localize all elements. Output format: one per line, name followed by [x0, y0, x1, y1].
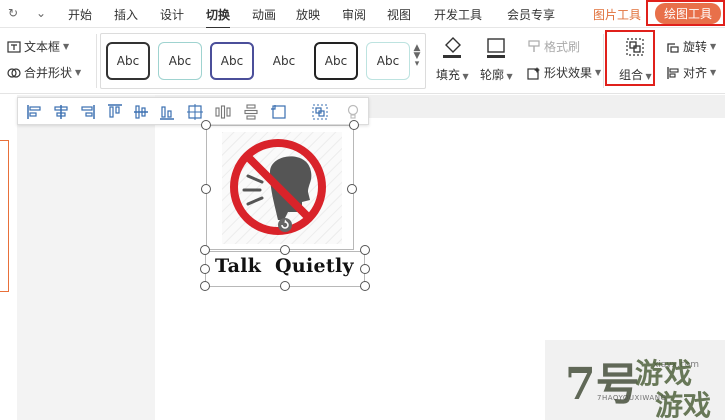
- shape-style-5[interactable]: Abc: [314, 42, 358, 80]
- resize-handle[interactable]: [200, 264, 210, 274]
- tab-picture-tools[interactable]: 图片工具: [593, 6, 641, 23]
- align-label: 对齐: [683, 66, 708, 80]
- shape-style-2[interactable]: Abc: [158, 42, 202, 80]
- caret-down-icon: ▼: [710, 68, 717, 77]
- resize-shape-icon[interactable]: [270, 103, 288, 121]
- format-painter-icon: [528, 39, 540, 52]
- rotate-label: 旋转: [683, 40, 708, 54]
- group-button-highlight: [605, 30, 655, 86]
- resize-handle[interactable]: [349, 120, 359, 130]
- align-right-icon[interactable]: [78, 103, 96, 121]
- caret-down-icon: ▼: [504, 72, 513, 81]
- shape-effects-label: 形状效果: [544, 66, 593, 80]
- divider: [96, 34, 97, 88]
- text-box-button[interactable]: 文本框 ▼: [7, 38, 69, 55]
- tab-start[interactable]: 开始: [68, 6, 92, 23]
- format-painter-button[interactable]: 格式刷: [527, 38, 580, 55]
- text-box-label: 文本框: [24, 40, 61, 54]
- resize-handle[interactable]: [280, 245, 290, 255]
- resize-handle[interactable]: [201, 120, 211, 130]
- tab-developer[interactable]: 开发工具: [434, 6, 482, 23]
- resize-handle[interactable]: [201, 184, 211, 194]
- align-top-icon[interactable]: [106, 103, 124, 121]
- shape-style-3[interactable]: Abc: [210, 42, 254, 80]
- tab-insert[interactable]: 插入: [114, 6, 138, 23]
- align-center-icon[interactable]: [52, 103, 70, 121]
- merge-shapes-label: 合并形状: [24, 66, 73, 80]
- shape-effects-icon: [527, 66, 540, 80]
- resize-handle[interactable]: [200, 245, 210, 255]
- distribute-horizontal-icon[interactable]: [214, 103, 232, 121]
- resize-handle[interactable]: [280, 281, 290, 291]
- shape-style-4[interactable]: Abc: [262, 42, 306, 80]
- chevron-down-icon[interactable]: ⌄: [36, 6, 46, 20]
- outline-icon: [487, 38, 506, 58]
- slide-thumbnail[interactable]: [0, 140, 9, 292]
- align-left-icon[interactable]: [26, 103, 44, 121]
- tab-view[interactable]: 视图: [387, 6, 411, 23]
- text-box-icon: [7, 40, 21, 53]
- center-on-slide-icon[interactable]: [186, 103, 204, 121]
- watermark-logo-number: 7号: [565, 359, 640, 410]
- shape-style-6[interactable]: Abc: [366, 42, 410, 80]
- divider: [603, 34, 604, 88]
- align-middle-icon[interactable]: [132, 103, 150, 121]
- fill-bucket-icon: [443, 37, 462, 58]
- align-icon: [667, 66, 679, 79]
- outline-button[interactable]: 轮廓 ▼: [480, 34, 513, 83]
- resize-handle[interactable]: [360, 281, 370, 291]
- menu-bar: ↻ ⌄ 开始 插入 设计 切换 动画 放映 审阅 视图 开发工具 会员专享 图片…: [0, 0, 725, 29]
- tab-transition[interactable]: 切换: [206, 6, 231, 29]
- redo-icon[interactable]: ↻: [8, 6, 18, 20]
- rotate-handle-icon[interactable]: [276, 216, 294, 234]
- group-objects-icon[interactable]: [311, 103, 329, 121]
- caption-text[interactable]: Talk Quietly: [215, 255, 354, 277]
- fill-label: 填充: [436, 68, 461, 82]
- fill-button[interactable]: 填充 ▼: [436, 34, 469, 83]
- lightbulb-icon[interactable]: [344, 103, 362, 121]
- resize-handle[interactable]: [347, 184, 357, 194]
- watermark-pinyin: 7HAOYOUXIWANG: [597, 394, 667, 402]
- distribute-vertical-icon[interactable]: [242, 103, 260, 121]
- shape-style-1[interactable]: Abc: [106, 42, 150, 80]
- resize-handle[interactable]: [360, 264, 370, 274]
- align-bottom-icon[interactable]: [158, 103, 176, 121]
- site-watermark: 7号 xiayx.com 游戏 游戏 7HAOYOUXIWANG: [545, 340, 725, 420]
- merge-shapes-icon: [7, 67, 21, 78]
- watermark-name-bottom: 游戏: [655, 389, 712, 420]
- format-painter-label: 格式刷: [544, 40, 581, 54]
- floating-align-toolbar: [17, 97, 369, 125]
- caret-down-icon: ▼: [63, 42, 70, 51]
- caret-down-icon: ▼: [595, 68, 602, 77]
- gallery-scroll-icon[interactable]: ▲ ▼ ▾: [412, 44, 422, 69]
- shape-effects-button[interactable]: 形状效果 ▼: [527, 64, 601, 81]
- drawing-tools-highlight: [646, 0, 725, 26]
- caret-down-icon: ▼: [710, 42, 717, 51]
- canvas-margin: [17, 95, 155, 420]
- tab-review[interactable]: 审阅: [342, 6, 366, 23]
- merge-shapes-button[interactable]: 合并形状 ▼: [7, 64, 81, 81]
- caret-down-icon: ▼: [460, 72, 469, 81]
- resize-handle[interactable]: [200, 281, 210, 291]
- tab-design[interactable]: 设计: [160, 6, 184, 23]
- tab-membership[interactable]: 会员专享: [507, 6, 555, 23]
- rotate-button[interactable]: 旋转 ▼: [666, 38, 716, 55]
- tab-animation[interactable]: 动画: [252, 6, 276, 23]
- shape-style-gallery: Abc Abc Abc Abc Abc Abc: [100, 33, 426, 89]
- caret-down-icon: ▼: [75, 68, 82, 77]
- outline-label: 轮廓: [480, 68, 505, 82]
- resize-handle[interactable]: [360, 245, 370, 255]
- rotate-icon: [667, 42, 679, 53]
- tab-slideshow[interactable]: 放映: [296, 6, 320, 23]
- align-button[interactable]: 对齐 ▼: [666, 64, 716, 81]
